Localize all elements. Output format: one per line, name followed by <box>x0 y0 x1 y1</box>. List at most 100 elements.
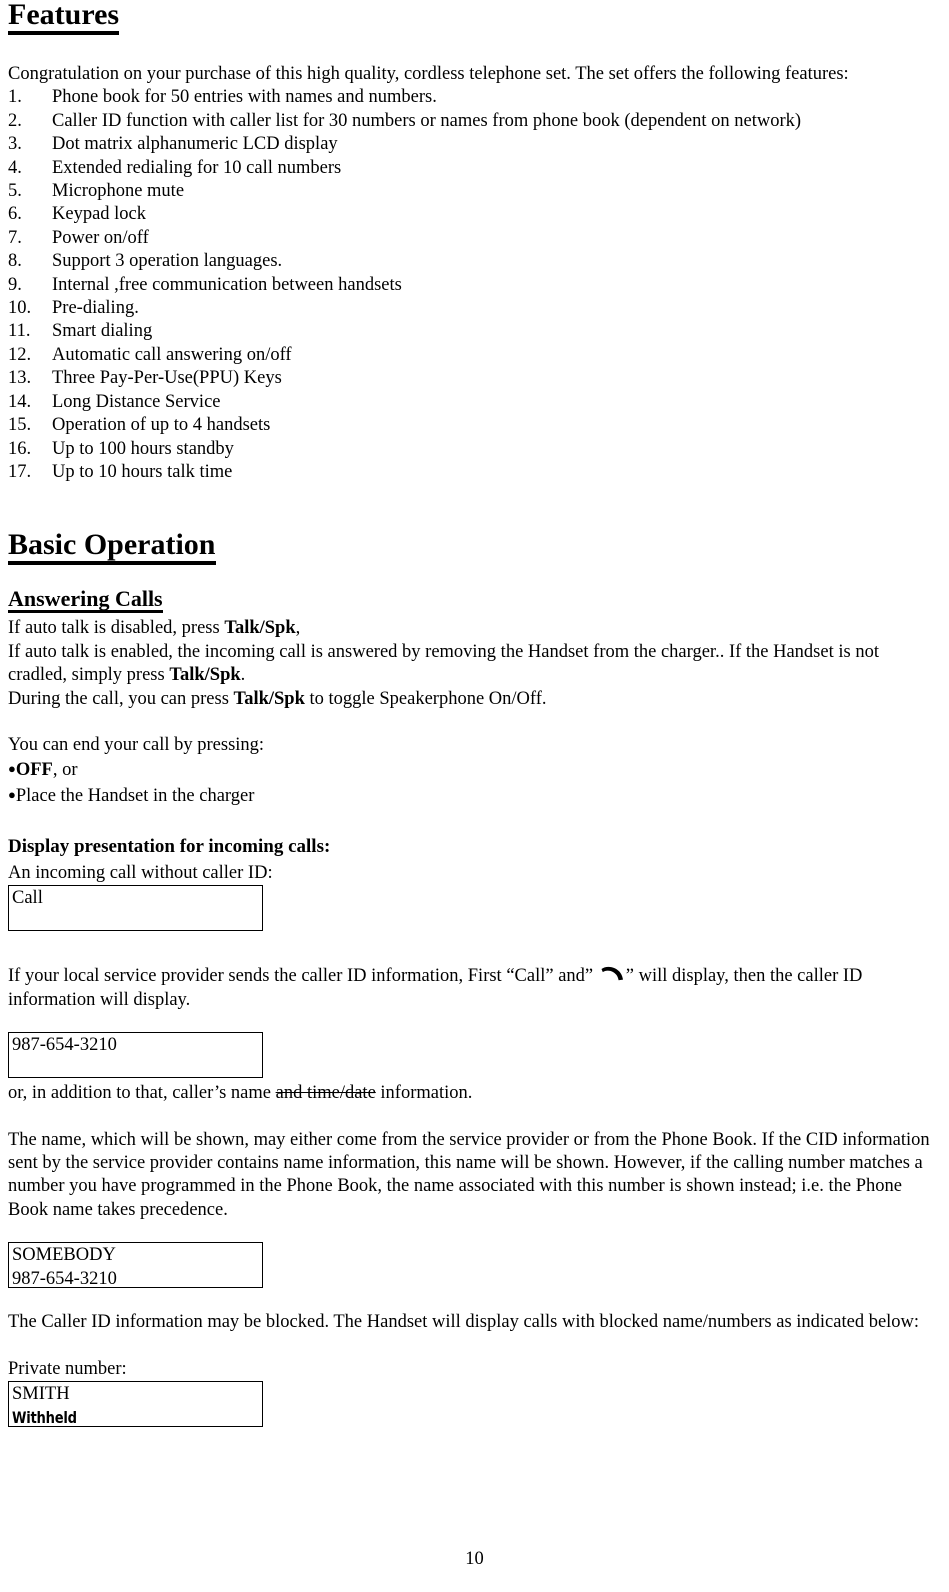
list-item-label: Support 3 operation languages. <box>52 251 283 272</box>
list-item-label: Place the Handset in the charger <box>15 785 255 806</box>
answering-calls-line-2-post: . <box>240 665 246 686</box>
list-item-number: 12. <box>8 344 32 365</box>
name-time-date-note: or, in addition to that, caller’s name a… <box>8 1082 941 1105</box>
private-number-label: Private number: <box>8 1358 127 1379</box>
list-item-number: 1. <box>8 87 22 108</box>
list-item-label: Pre-dialing. <box>52 298 139 319</box>
lcd-line-1: Call <box>12 888 43 909</box>
list-item-label: Dot matrix alphanumeric LCD display <box>52 134 338 155</box>
list-item: 5. Microphone mute <box>8 180 941 203</box>
end-call-bullet-list: ●OFF, or ●Place the Handset in the charg… <box>8 757 941 808</box>
lcd-line-2: Withheld <box>12 1408 77 1428</box>
list-item-label: Three Pay-Per-Use(PPU) Keys <box>52 368 282 389</box>
subsection-heading-display-presentation: Display presentation for incoming calls: <box>8 836 331 858</box>
list-item-label: Automatic call answering on/off <box>52 344 292 365</box>
name-note-post: information. <box>375 1083 473 1104</box>
list-item-number: 2. <box>8 110 22 131</box>
talk-spk-key-label: Talk/Spk <box>224 618 296 639</box>
answering-calls-line-1-post: , <box>295 618 301 639</box>
struck-text-time-date: and time/date <box>275 1083 376 1104</box>
list-item: 1. Phone book for 50 entries with names a… <box>8 86 941 109</box>
list-item: 8. Support 3 operation languages. <box>8 250 941 273</box>
list-item: 11. Smart dialing <box>8 320 941 343</box>
lcd-line-1: 987-654-3210 <box>12 1035 117 1056</box>
talk-spk-key-label: Talk/Spk <box>233 688 305 709</box>
list-item: 6. Keypad lock <box>8 203 941 226</box>
answering-calls-line-3-post: to toggle Speakerphone On/Off. <box>304 688 547 709</box>
features-list: 1. Phone book for 50 entries with names a… <box>8 86 941 484</box>
list-item: 7. Power on/off <box>8 227 941 250</box>
list-item: 14. Long Distance Service <box>8 391 941 414</box>
caller-id-paragraph: If your local service provider sends the… <box>8 965 941 1012</box>
list-item-number: 3. <box>8 134 22 155</box>
lcd-display-name-number: SOMEBODY 987-654-3210 <box>8 1242 263 1289</box>
features-intro: Congratulation on your purchase of this … <box>8 64 849 84</box>
list-item-label: , or <box>52 760 78 781</box>
list-item-number: 16. <box>8 438 32 459</box>
document-page: Features Congratulation on your purchase… <box>0 0 949 1592</box>
page-title-features: Features <box>8 0 120 35</box>
no-caller-id-label: An incoming call without caller ID: <box>8 863 273 883</box>
lcd-line-1: SMITH <box>12 1384 70 1405</box>
list-item: 3. Dot matrix alphanumeric LCD display <box>8 133 941 156</box>
list-item-number: 13. <box>8 368 32 389</box>
list-item-label: Operation of up to 4 handsets <box>52 415 271 436</box>
list-item: 17. Up to 10 hours talk time <box>8 461 941 484</box>
off-key-label: OFF <box>15 760 53 781</box>
list-item-number: 8. <box>8 251 22 272</box>
list-item-label: Long Distance Service <box>52 391 221 412</box>
answering-calls-line-1-pre: If auto talk is disabled, press <box>8 618 225 639</box>
answering-calls-line-2-pre: If auto talk is enabled, the incoming ca… <box>8 641 879 686</box>
list-item-label: Power on/off <box>52 227 149 248</box>
list-item-label: Internal ,free communication between han… <box>52 274 402 295</box>
list-item: 16. Up to 100 hours standby <box>8 438 941 461</box>
list-item: ●OFF, or <box>8 757 941 782</box>
section-heading-basic-operation: Basic Operation <box>8 530 216 566</box>
list-item-label: Up to 100 hours standby <box>52 438 234 459</box>
list-item: 13. Three Pay-Per-Use(PPU) Keys <box>8 367 941 390</box>
list-item-label: Up to 10 hours talk time <box>52 461 233 482</box>
list-item: 15. Operation of up to 4 handsets <box>8 414 941 437</box>
list-item: 10. Pre-dialing. <box>8 297 941 320</box>
list-item: 4. Extended redialing for 10 call numbers <box>8 157 941 180</box>
name-note-pre: or, in addition to that, caller’s name <box>8 1083 276 1104</box>
list-item-number: 4. <box>8 157 22 178</box>
name-source-paragraph: The name, which will be shown, may eithe… <box>8 1129 930 1220</box>
answering-calls-line-3-pre: During the call, you can press <box>8 688 234 709</box>
caller-id-paragraph-pre: If your local service provider sends the… <box>8 966 598 987</box>
lcd-display-call: Call <box>8 885 263 932</box>
answering-calls-line-2: If auto talk is enabled, the incoming ca… <box>8 641 941 688</box>
list-item-number: 11. <box>8 321 31 342</box>
list-item-number: 7. <box>8 227 22 248</box>
lcd-display-number: 987-654-3210 <box>8 1032 263 1079</box>
list-item: 9. Internal ,free communication between h… <box>8 274 941 297</box>
list-item-number: 14. <box>8 391 32 412</box>
list-item-label: Caller ID function with caller list for … <box>52 110 802 131</box>
bullet-icon: ● <box>8 786 16 802</box>
answering-calls-line-3: During the call, you can press Talk/Spk … <box>8 688 941 711</box>
list-item: 12. Automatic call answering on/off <box>8 344 941 367</box>
list-item-label: Smart dialing <box>52 321 153 342</box>
talk-spk-key-label: Talk/Spk <box>169 665 241 686</box>
list-item-label: Microphone mute <box>52 181 185 202</box>
list-item-label: Phone book for 50 entries with names and… <box>52 87 437 108</box>
list-item: ●Place the Handset in the charger <box>8 783 941 808</box>
list-item-label: Extended redialing for 10 call numbers <box>52 157 342 178</box>
lcd-line-1: SOMEBODY <box>12 1245 116 1266</box>
answering-calls-line-1: If auto talk is disabled, press Talk/Spk… <box>8 617 941 640</box>
list-item: 2. Caller ID function with caller list fo… <box>8 110 941 133</box>
end-call-intro: You can end your call by pressing: <box>8 734 265 755</box>
list-item-number: 17. <box>8 461 32 482</box>
lcd-display-private: SMITH Withheld <box>8 1381 263 1427</box>
